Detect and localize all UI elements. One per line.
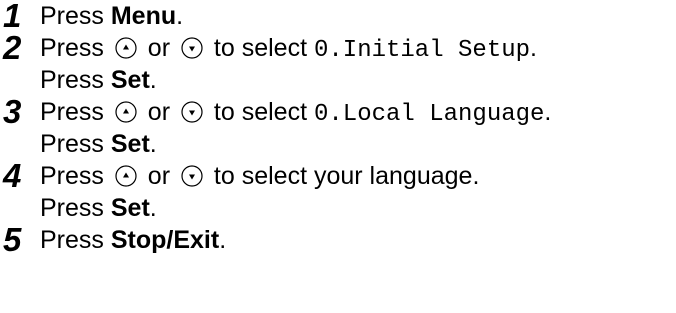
text-or: or: [140, 162, 177, 190]
step-line: Press Menu.: [40, 0, 183, 32]
step-4: 4 Press or to select your language. Pres…: [0, 157, 676, 224]
step-number: 2: [3, 29, 22, 66]
text-period: .: [544, 98, 552, 126]
step-number: 4: [3, 157, 22, 194]
menu-key-label: Menu: [110, 2, 177, 30]
text-press: Press: [40, 2, 111, 30]
step-line: Press Set.: [40, 64, 537, 96]
step-5: 5 Press Stop/Exit.: [0, 221, 676, 258]
instruction-steps: 1 Press Menu. 2 Press or to select 0.Ini…: [0, 0, 676, 256]
step-line: Press Set.: [40, 128, 551, 160]
text-period: .: [149, 66, 157, 94]
down-arrow-key-icon: [181, 101, 203, 123]
step-number: 3: [3, 93, 22, 130]
step-text: Press or to select your language. Press …: [40, 160, 479, 224]
text-press: Press: [40, 130, 111, 158]
menu-option-local-language: 0.Local Language: [313, 101, 545, 128]
step-line: Press Stop/Exit.: [40, 224, 226, 256]
step-text: Press or to select 0.Local Language. Pre…: [40, 96, 551, 160]
step-number: 5: [3, 221, 22, 258]
step-line: Press Set.: [40, 192, 479, 224]
text-period: .: [219, 226, 227, 254]
text-period: .: [176, 2, 184, 30]
up-arrow-key-icon: [115, 37, 137, 59]
text-press: Press: [40, 34, 111, 62]
text-or: or: [140, 98, 177, 126]
text-period: .: [530, 34, 537, 62]
text-to-select: to select: [206, 98, 314, 126]
text-period: .: [149, 130, 157, 158]
menu-option-initial-setup: 0.Initial Setup: [313, 37, 531, 64]
step-number: 1: [3, 0, 22, 34]
step-line: Press or to select your language.: [40, 160, 479, 192]
stop-exit-key-label: Stop/Exit: [110, 226, 220, 254]
text-to-select: to select: [206, 34, 314, 62]
text-to-select-language: to select your language.: [206, 162, 480, 190]
step-line: Press or to select 0.Initial Setup.: [40, 32, 537, 64]
text-press: Press: [40, 226, 111, 254]
step-text: Press Menu.: [40, 0, 183, 32]
up-arrow-key-icon: [115, 101, 137, 123]
step-text: Press Stop/Exit.: [40, 224, 226, 256]
text-or: or: [140, 34, 177, 62]
set-key-label: Set: [110, 194, 150, 222]
down-arrow-key-icon: [181, 165, 203, 187]
text-press: Press: [40, 98, 111, 126]
set-key-label: Set: [110, 66, 150, 94]
text-press: Press: [40, 194, 111, 222]
down-arrow-key-icon: [181, 37, 203, 59]
step-text: Press or to select 0.Initial Setup. Pres…: [40, 32, 537, 96]
set-key-label: Set: [110, 130, 150, 158]
step-line: Press or to select 0.Local Language.: [40, 96, 551, 128]
step-2: 2 Press or to select 0.Initial Setup. Pr…: [0, 29, 676, 96]
step-3: 3 Press or to select 0.Local Language. P…: [0, 93, 676, 160]
step-1: 1 Press Menu.: [0, 0, 676, 32]
up-arrow-key-icon: [115, 165, 137, 187]
text-period: .: [149, 194, 157, 222]
text-press: Press: [40, 162, 111, 190]
text-press: Press: [40, 66, 111, 94]
